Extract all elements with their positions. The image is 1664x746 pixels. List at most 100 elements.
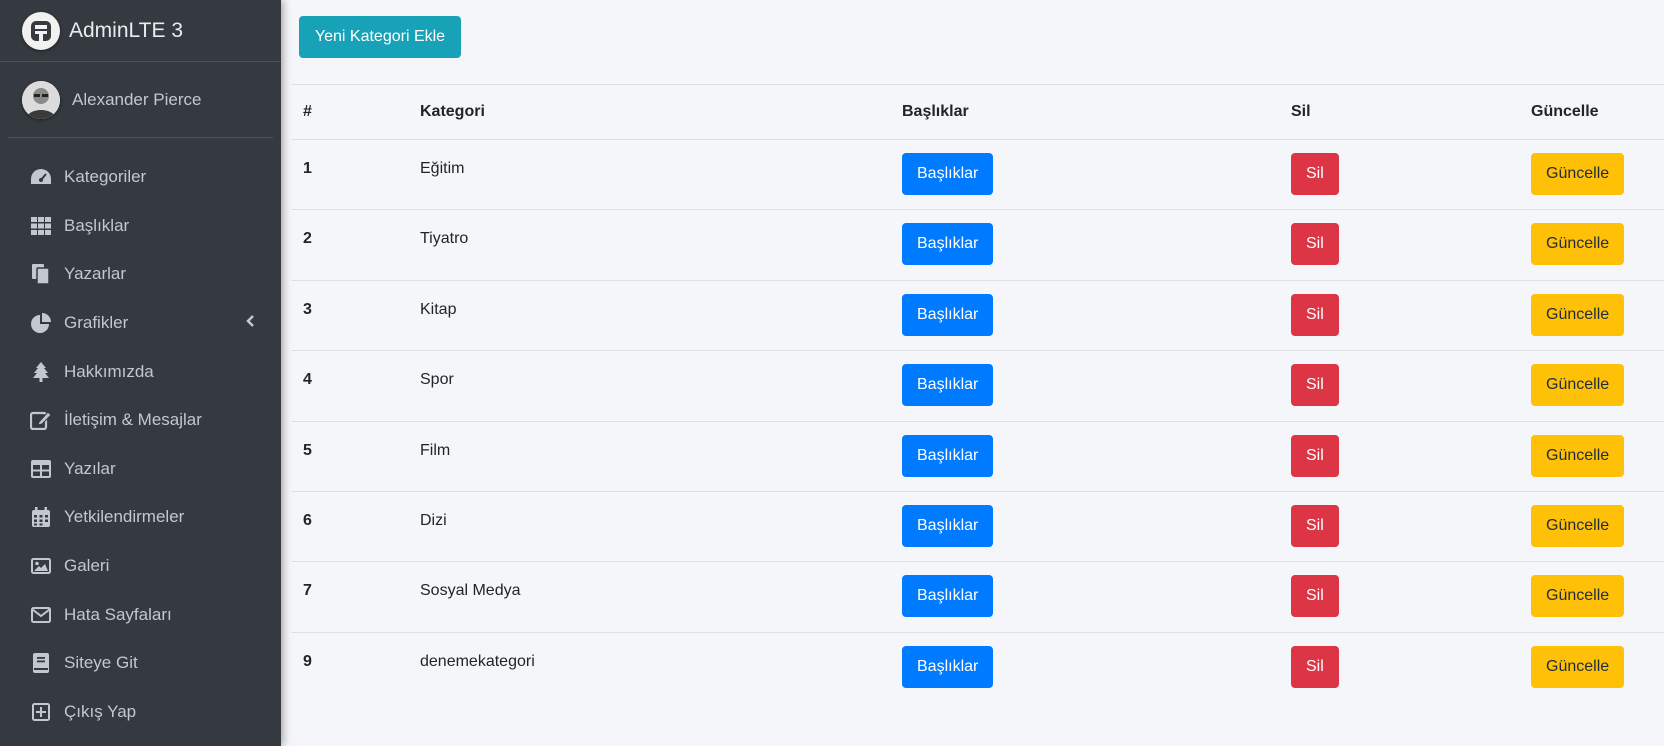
update-button[interactable]: Güncelle: [1531, 223, 1625, 266]
update-button[interactable]: Güncelle: [1531, 293, 1625, 336]
delete-cell: Sil: [1279, 138, 1519, 210]
delete-button[interactable]: Sil: [1291, 153, 1339, 195]
update-button[interactable]: Güncelle: [1531, 575, 1625, 618]
book-icon: [30, 653, 52, 674]
table-row: 3 Kitap Başlıklar Sil Güncelle: [291, 279, 1664, 351]
sidebar-item-hata-sayfalari[interactable]: Hata Sayfaları: [0, 590, 281, 639]
sidebar-item-galeri[interactable]: Galeri: [0, 542, 281, 591]
delete-cell: Sil: [1279, 631, 1519, 703]
categories-table: # Kategori Başlıklar Sil Güncelle 1 Eğiti…: [291, 84, 1664, 703]
table-row: 4 Spor Başlıklar Sil Güncelle: [291, 350, 1664, 422]
update-button[interactable]: Güncelle: [1531, 645, 1625, 688]
titles-button[interactable]: Başlıklar: [902, 364, 994, 407]
delete-button[interactable]: Sil: [1291, 504, 1339, 547]
update-button[interactable]: Güncelle: [1531, 504, 1625, 547]
update-button[interactable]: Güncelle: [1531, 364, 1625, 407]
titles-cell: Başlıklar: [890, 279, 1279, 351]
sidebar-item-yazilar[interactable]: Yazılar: [0, 445, 281, 494]
sidebar-item-hakkimizda[interactable]: Hakkımızda: [0, 347, 281, 396]
column-header-titles: Başlıklar: [890, 84, 1279, 140]
delete-cell: Sil: [1279, 279, 1519, 351]
sidebar-item-label: Çıkış Yap: [64, 701, 137, 721]
update-cell: Güncelle: [1519, 279, 1664, 351]
sidebar-item-label: Yazılar: [64, 458, 116, 478]
titles-cell: Başlıklar: [890, 138, 1279, 210]
adminlte-logo-icon: [22, 11, 60, 50]
delete-button[interactable]: Sil: [1291, 364, 1339, 407]
avatar: [22, 80, 60, 119]
titles-cell: Başlıklar: [890, 350, 1279, 422]
tree-icon: [30, 361, 52, 382]
delete-button[interactable]: Sil: [1291, 575, 1339, 618]
titles-button[interactable]: Başlıklar: [902, 223, 994, 266]
sidebar-item-cikis-yap[interactable]: Çıkış Yap: [0, 688, 281, 737]
delete-button[interactable]: Sil: [1291, 293, 1339, 336]
delete-cell: Sil: [1279, 350, 1519, 422]
update-cell: Güncelle: [1519, 420, 1664, 492]
row-id: 1: [291, 138, 408, 210]
delete-button[interactable]: Sil: [1291, 434, 1339, 477]
table-icon: [30, 459, 52, 479]
sidebar-item-label: Başlıklar: [64, 215, 130, 235]
brand-link[interactable]: AdminLTE 3: [0, 0, 281, 62]
chevron-left-icon[interactable]: [245, 313, 255, 333]
category-name: Tiyatro: [408, 209, 890, 281]
titles-cell: Başlıklar: [890, 631, 1279, 703]
add-category-button[interactable]: Yeni Kategori Ekle: [299, 16, 461, 58]
envelope-icon: [30, 605, 52, 625]
titles-button[interactable]: Başlıklar: [902, 434, 994, 477]
row-id: 5: [291, 420, 408, 492]
titles-button[interactable]: Başlıklar: [902, 153, 994, 195]
titles-button[interactable]: Başlıklar: [902, 293, 994, 336]
update-cell: Güncelle: [1519, 561, 1664, 633]
delete-button[interactable]: Sil: [1291, 645, 1339, 688]
sidebar-item-kategoriler[interactable]: Kategoriler: [0, 153, 281, 202]
sidebar-item-yazarlar[interactable]: Yazarlar: [0, 250, 281, 299]
category-name: Kitap: [408, 279, 890, 351]
delete-cell: Sil: [1279, 561, 1519, 633]
pie-chart-icon: [30, 313, 52, 334]
titles-button[interactable]: Başlıklar: [902, 645, 994, 688]
user-name: Alexander Pierce: [72, 89, 202, 109]
image-icon: [30, 556, 52, 576]
sidebar: AdminLTE 3 Alexander Pierce Kategoriler: [0, 0, 281, 746]
sidebar-item-yetkilendirmeler[interactable]: Yetkilendirmeler: [0, 493, 281, 542]
table-row: 6 Dizi Başlıklar Sil Güncelle: [291, 490, 1664, 562]
sidebar-item-basliklar[interactable]: Başlıklar: [0, 202, 281, 251]
content-wrapper: Yeni Kategori Ekle # Kategori Başlıklar …: [281, 0, 1664, 746]
delete-button[interactable]: Sil: [1291, 223, 1339, 266]
titles-button[interactable]: Başlıklar: [902, 575, 994, 618]
row-id: 3: [291, 279, 408, 351]
update-cell: Güncelle: [1519, 209, 1664, 281]
sidebar-item-label: Galeri: [64, 556, 110, 576]
sidebar-item-grafikler[interactable]: Grafikler: [0, 299, 281, 348]
table-row: 9 denemekategori Başlıklar Sil Güncelle: [291, 631, 1664, 703]
user-panel[interactable]: Alexander Pierce: [8, 62, 273, 138]
sidebar-item-iletisim-mesajlar[interactable]: İletişim & Mesajlar: [0, 396, 281, 445]
row-id: 4: [291, 350, 408, 422]
column-header-update: Güncelle: [1519, 84, 1664, 140]
table-row: 2 Tiyatro Başlıklar Sil Güncelle: [291, 209, 1664, 281]
sidebar-item-label: Siteye Git: [64, 653, 138, 673]
column-header-id: #: [291, 84, 408, 140]
row-id: 7: [291, 561, 408, 633]
titles-cell: Başlıklar: [890, 420, 1279, 492]
delete-cell: Sil: [1279, 490, 1519, 562]
category-name: Dizi: [408, 490, 890, 562]
row-id: 6: [291, 490, 408, 562]
update-cell: Güncelle: [1519, 350, 1664, 422]
update-cell: Güncelle: [1519, 631, 1664, 703]
category-name: Film: [408, 420, 890, 492]
category-name: Sosyal Medya: [408, 561, 890, 633]
update-button[interactable]: Güncelle: [1531, 153, 1625, 195]
sidebar-item-label: Hata Sayfaları: [64, 604, 172, 624]
update-button[interactable]: Güncelle: [1531, 434, 1625, 477]
sidebar-item-siteye-git[interactable]: Siteye Git: [0, 639, 281, 688]
copy-icon: [30, 264, 52, 285]
sidebar-item-label: Grafikler: [64, 313, 129, 333]
table-row: 1 Eğitim Başlıklar Sil Güncelle: [291, 138, 1664, 210]
titles-button[interactable]: Başlıklar: [902, 504, 994, 547]
delete-cell: Sil: [1279, 209, 1519, 281]
titles-cell: Başlıklar: [890, 209, 1279, 281]
column-header-category: Kategori: [408, 84, 890, 140]
